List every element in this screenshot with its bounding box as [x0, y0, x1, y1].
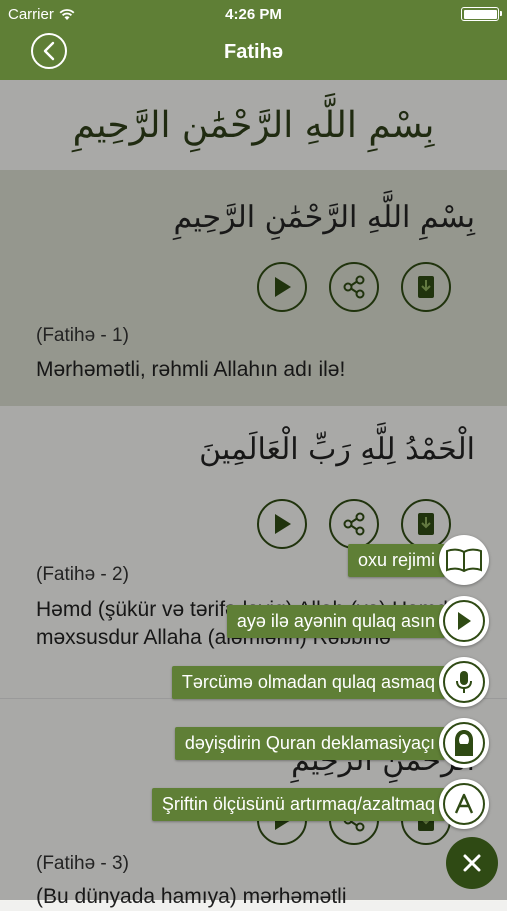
menu-item-label: dəyişdirin Quran deklamasiyaçı [174, 726, 445, 760]
menu-item-reading-mode[interactable]: oxu rejimi [347, 535, 489, 585]
nav-bar: Fatihə [0, 28, 507, 80]
menu-item-label: Tərcümə olmadan qulaq asmaq [171, 665, 445, 699]
menu-item-button[interactable] [439, 657, 489, 707]
page-title: Fatihə [224, 41, 283, 63]
menu-item-button[interactable] [439, 718, 489, 768]
menu-item-verse-by-verse[interactable]: ayə ilə ayənin qulaq asın [226, 596, 489, 646]
menu-item-listen-no-translation[interactable]: Tərcümə olmadan qulaq asmaq [171, 657, 489, 707]
status-time: 4:26 PM [225, 6, 282, 23]
menu-item-label: oxu rejimi [347, 543, 445, 577]
battery-icon [461, 7, 502, 21]
menu-item-button[interactable] [439, 535, 489, 585]
menu-item-button[interactable] [439, 596, 489, 646]
status-bar: Carrier 4:26 PM [0, 0, 507, 28]
close-menu-button[interactable] [446, 837, 498, 889]
menu-item-label: ayə ilə ayənin qulaq asın [226, 604, 445, 638]
menu-item-button[interactable] [439, 779, 489, 829]
menu-item-font-size[interactable]: Şriftin ölçüsünü artırmaq/azaltmaq [151, 779, 489, 829]
menu-item-change-reciter[interactable]: dəyişdirin Quran deklamasiyaçı [174, 718, 489, 768]
book-icon [446, 548, 482, 573]
close-icon [463, 854, 481, 872]
menu-item-label: Şriftin ölçüsünü artırmaq/azaltmaq [151, 787, 445, 821]
menu-backdrop[interactable] [0, 80, 507, 900]
